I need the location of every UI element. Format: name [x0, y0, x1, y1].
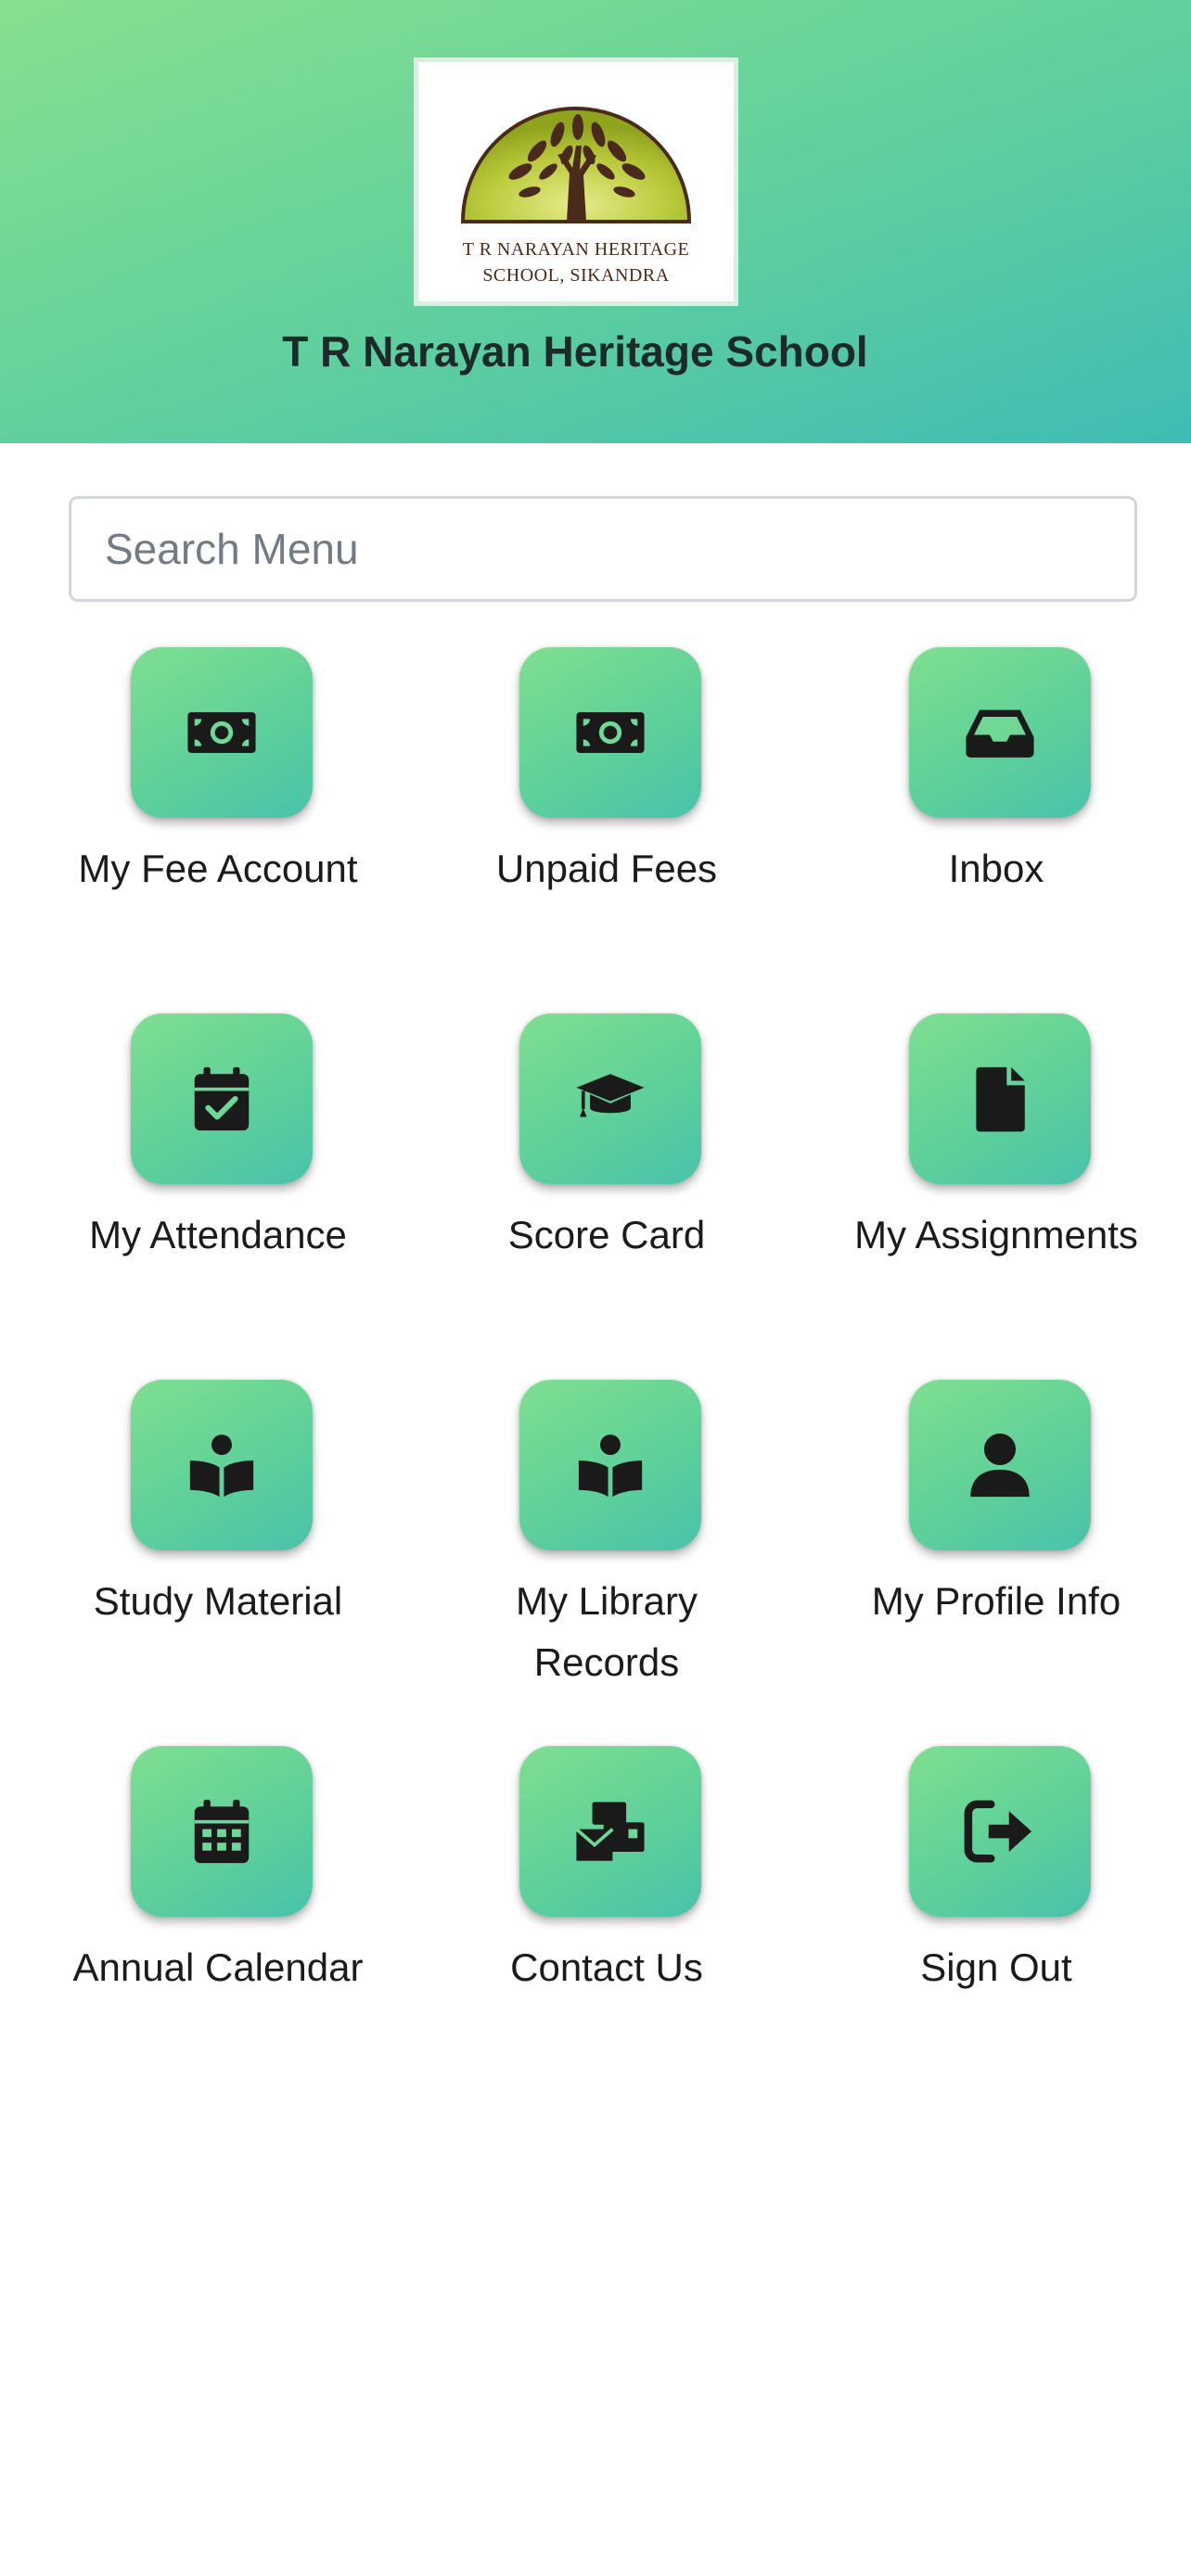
- book-reader-icon: [189, 1435, 254, 1498]
- calendar-check-icon: [194, 1066, 250, 1131]
- book-reader-icon: [578, 1435, 643, 1498]
- menu-tile-button[interactable]: [519, 1380, 701, 1550]
- sign-out-icon: [964, 1800, 1032, 1863]
- menu-tile-button[interactable]: [131, 1746, 313, 1917]
- menu-tile-button[interactable]: [909, 647, 1091, 818]
- menu-tile-label: Inbox: [948, 847, 1044, 890]
- menu-tile-button[interactable]: [909, 1746, 1091, 1917]
- menu-tile-label: Sign Out: [920, 1945, 1072, 1989]
- mail-bulk-icon: [575, 1802, 645, 1861]
- menu-tile-label: My Fee Account: [78, 847, 358, 890]
- menu-tile-label: Unpaid Fees: [495, 847, 718, 890]
- search-container: [69, 496, 1137, 602]
- menu-tile-label: Study Material: [93, 1579, 343, 1623]
- menu-tile-button[interactable]: [131, 1380, 313, 1550]
- menu-tile-label: My Assignments: [854, 1213, 1138, 1256]
- logo-text-line1: T R NARAYAN HERITAGE: [462, 239, 690, 260]
- menu-tile-button[interactable]: [519, 647, 701, 818]
- school-logo: T R NARAYAN HERITAGE SCHOOL, SIKANDRA: [414, 57, 738, 306]
- menu-tile-button[interactable]: [131, 1014, 313, 1184]
- user-icon: [970, 1433, 1030, 1498]
- menu-tile-label: Annual Calendar: [72, 1945, 364, 1989]
- inbox-tray-icon: [966, 709, 1034, 758]
- graduation-cap-icon: [576, 1074, 645, 1117]
- school-name-title: T R Narayan Heritage School: [282, 327, 868, 376]
- menu-tile-button[interactable]: [909, 1380, 1091, 1550]
- money-bill-icon: [187, 712, 256, 753]
- menu-tile-label: My Profile Info: [871, 1579, 1121, 1623]
- menu-tile-button[interactable]: [519, 1746, 701, 1917]
- menu-tile-button[interactable]: [131, 647, 313, 818]
- menu-tile-button[interactable]: [909, 1014, 1091, 1184]
- app-header: T R NARAYAN HERITAGE SCHOOL, SIKANDRA T …: [0, 0, 1191, 443]
- search-menu-input[interactable]: [69, 496, 1137, 602]
- logo-text-line2: SCHOOL, SIKANDRA: [482, 265, 670, 286]
- menu-tile-label: My Library Records: [515, 1579, 698, 1684]
- menu-tile-label: Contact Us: [510, 1945, 703, 1989]
- file-icon: [976, 1066, 1025, 1132]
- menu-tile-label: Score Card: [507, 1213, 706, 1256]
- calendar-icon: [194, 1799, 250, 1864]
- money-bill-icon: [576, 712, 645, 753]
- menu-tile-label: My Attendance: [89, 1213, 347, 1256]
- menu-tile-button[interactable]: [519, 1014, 701, 1184]
